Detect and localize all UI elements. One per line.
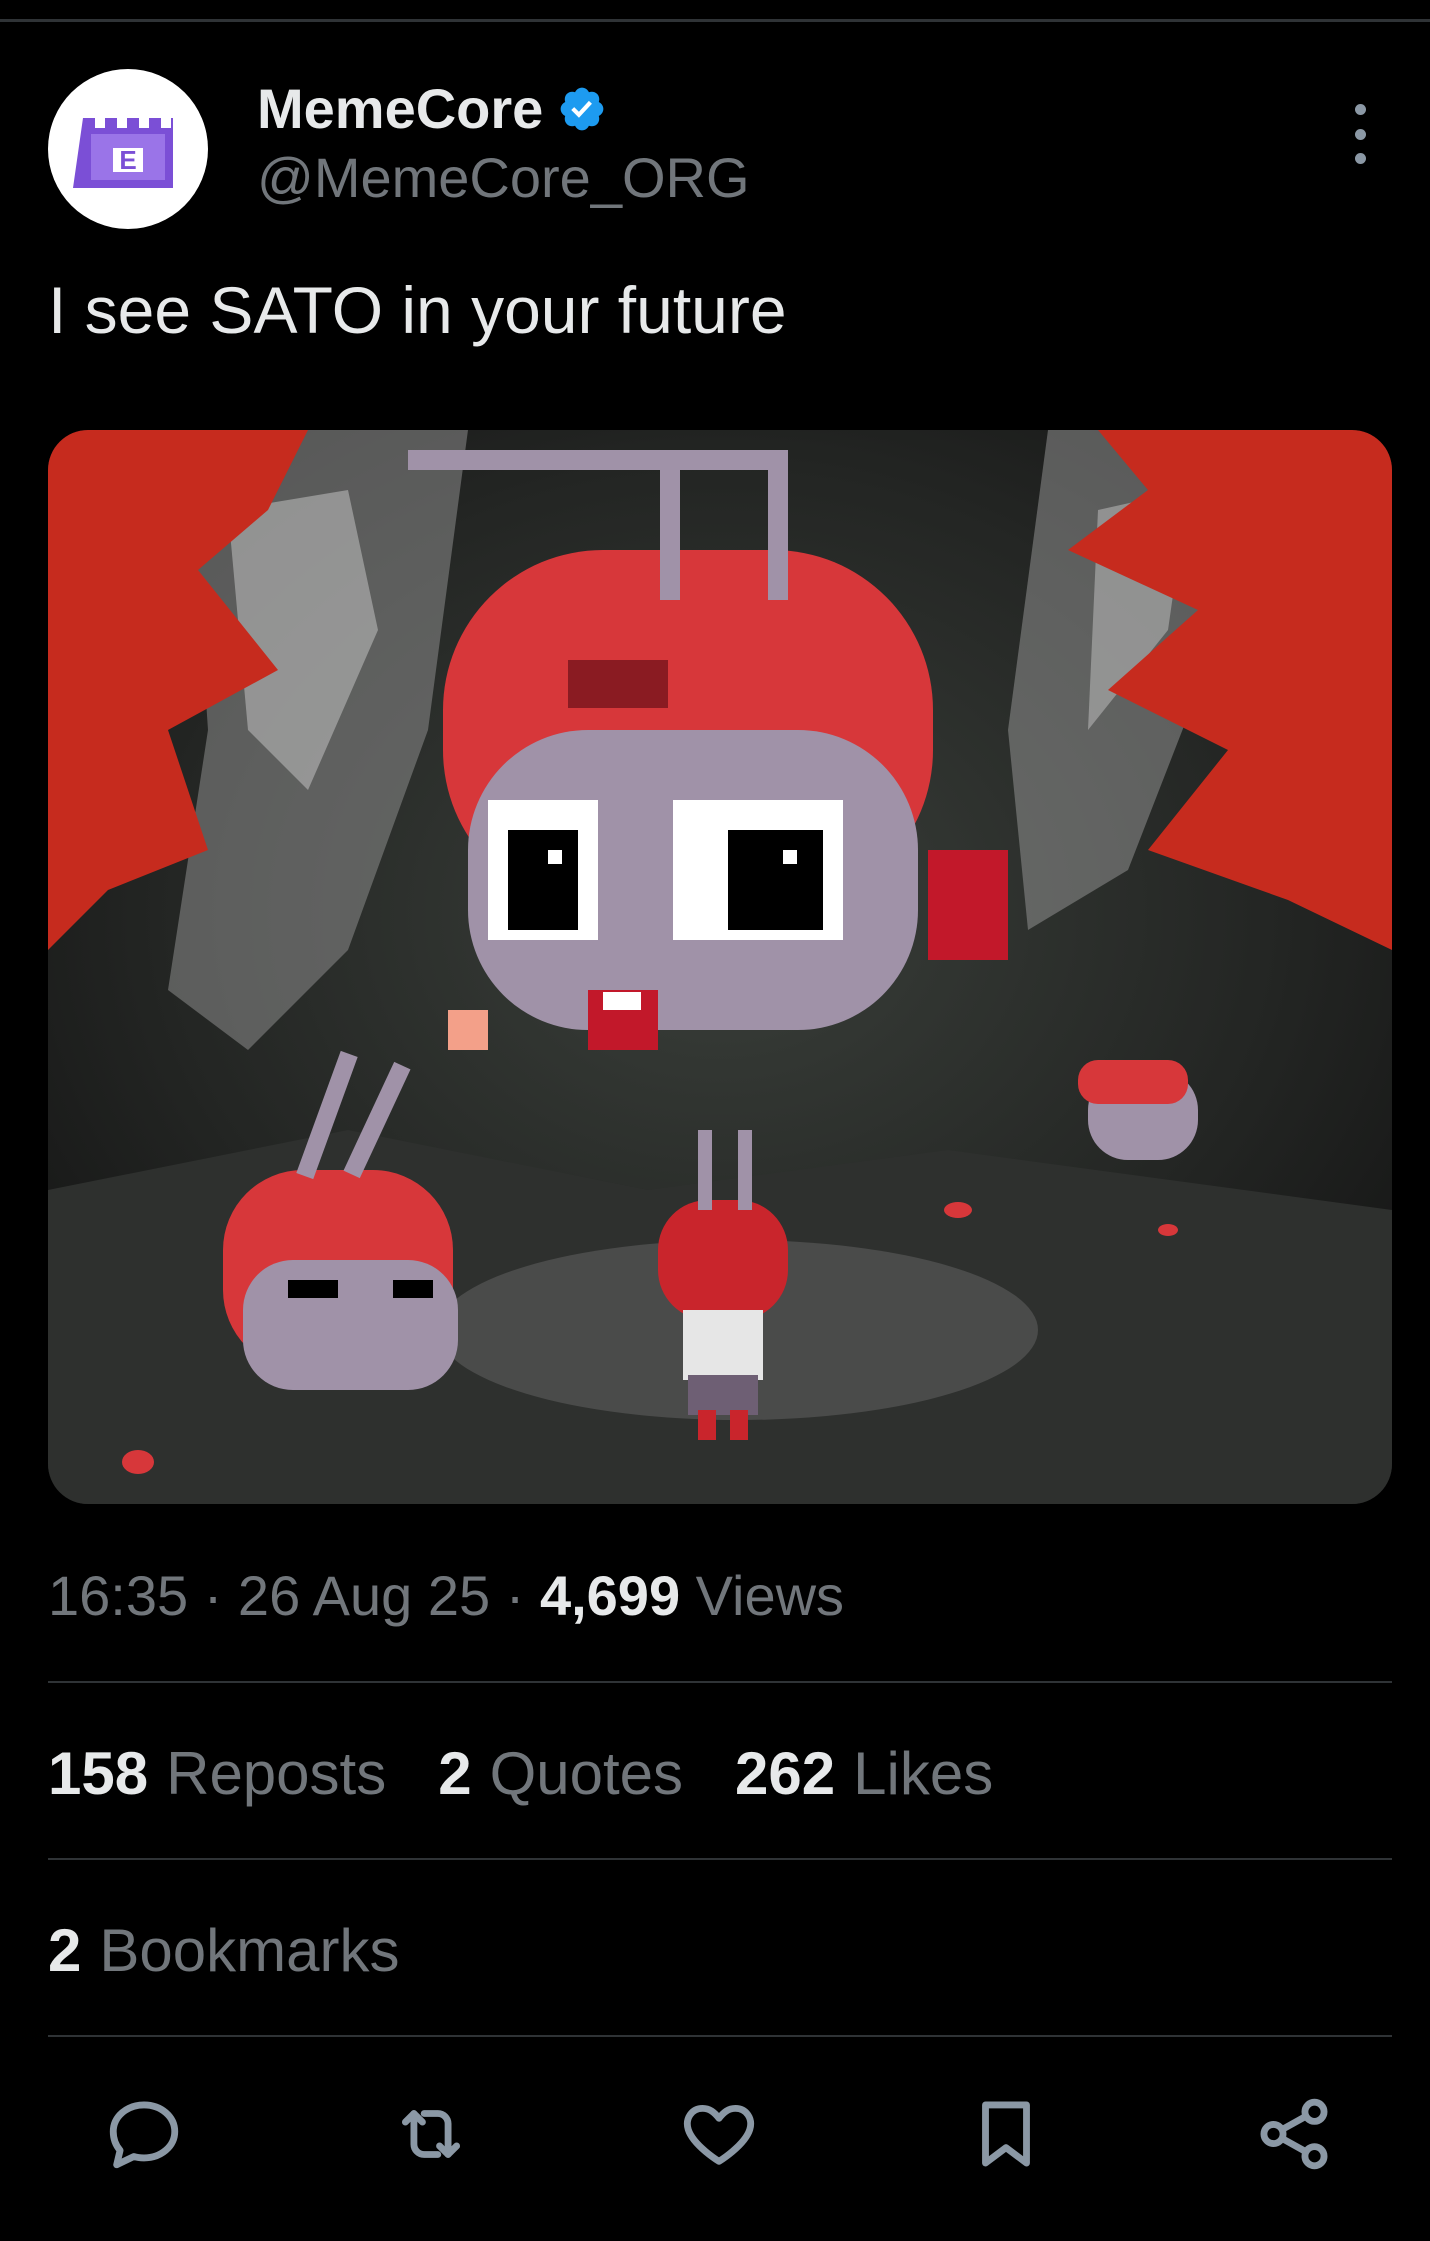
verified-badge-icon bbox=[560, 87, 604, 131]
repost-button[interactable] bbox=[385, 2088, 477, 2180]
share-button[interactable] bbox=[1248, 2088, 1340, 2180]
quotes-label: Quotes bbox=[489, 1740, 684, 1807]
author-handle[interactable]: @MemeCore_ORG bbox=[257, 142, 750, 214]
quotes-count: 2 bbox=[438, 1740, 472, 1807]
reply-icon bbox=[109, 2101, 179, 2169]
meta-separator: · bbox=[203, 1564, 223, 1627]
post-time: 16:35 bbox=[48, 1564, 189, 1627]
avatar-letter: E bbox=[119, 145, 136, 175]
bookmarks-count: 2 bbox=[48, 1917, 82, 1984]
repost-icon bbox=[401, 2110, 461, 2158]
reposts-count: 158 bbox=[48, 1740, 149, 1807]
author-name-row[interactable]: MemeCore bbox=[257, 70, 607, 148]
post-text: I see SATO in your future bbox=[48, 273, 787, 347]
divider bbox=[48, 1858, 1392, 1860]
bookmarks-stat[interactable]: 2 Bookmarks bbox=[48, 1915, 399, 1987]
post-meta: 16:35 · 26 Aug 25 · 4,699 Views bbox=[48, 1560, 844, 1632]
bookmarks-label: Bookmarks bbox=[99, 1917, 400, 1984]
meta-separator: · bbox=[505, 1564, 525, 1627]
divider bbox=[48, 2035, 1392, 2037]
bookmark-icon bbox=[982, 2101, 1030, 2167]
likes-count: 262 bbox=[735, 1740, 836, 1807]
more-options-button[interactable] bbox=[1340, 104, 1380, 164]
likes-label: Likes bbox=[853, 1740, 994, 1807]
action-bar bbox=[48, 2088, 1392, 2180]
post-image[interactable] bbox=[48, 430, 1392, 1504]
like-icon bbox=[684, 2104, 754, 2165]
reposts-label: Reposts bbox=[166, 1740, 387, 1807]
like-button[interactable] bbox=[673, 2088, 765, 2180]
likes-stat[interactable]: 262 Likes bbox=[735, 1738, 993, 1810]
pixel-art-image bbox=[48, 430, 1392, 1504]
reply-button[interactable] bbox=[98, 2088, 190, 2180]
reposts-stat[interactable]: 158 Reposts bbox=[48, 1738, 386, 1810]
more-dot bbox=[1354, 128, 1366, 140]
top-divider bbox=[0, 19, 1430, 22]
author-display-name[interactable]: MemeCore bbox=[257, 70, 543, 148]
more-dot bbox=[1354, 153, 1366, 164]
engagement-stats: 158 Reposts 2 Quotes 262 Likes bbox=[48, 1738, 993, 1810]
views-label: Views bbox=[695, 1564, 845, 1627]
avatar[interactable]: E bbox=[48, 69, 208, 229]
post-date: 26 Aug 25 bbox=[237, 1564, 491, 1627]
bookmark-button[interactable] bbox=[960, 2088, 1052, 2180]
memecore-castle-logo: E bbox=[73, 118, 173, 188]
quotes-stat[interactable]: 2 Quotes bbox=[438, 1738, 683, 1810]
more-vertical-icon bbox=[1354, 104, 1366, 115]
divider bbox=[48, 1681, 1392, 1683]
share-icon bbox=[1260, 2098, 1328, 2170]
views-count: 4,699 bbox=[539, 1564, 681, 1627]
